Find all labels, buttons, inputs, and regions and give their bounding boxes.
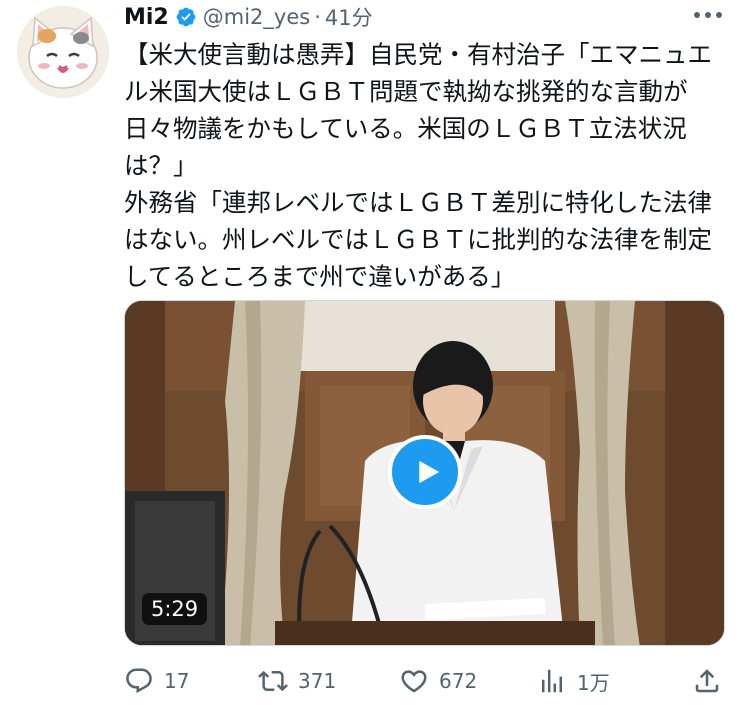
avatar-cat-illustration (17, 6, 109, 98)
play-icon (418, 460, 439, 484)
retweet-button[interactable]: 371 (258, 664, 336, 698)
tweet-actions: 17 371 672 1万 (124, 664, 724, 698)
video-player[interactable]: 5:29 (124, 300, 725, 646)
header-separator: · (314, 5, 321, 29)
avatar[interactable] (17, 6, 109, 98)
share-icon (695, 669, 719, 693)
tweet-paragraph: 【米大使言動は愚弄】自民党・有村治子「エマニュエル米国大使はＬＧＢＴ問題で執拗な… (124, 40, 712, 180)
verified-badge-icon (176, 7, 196, 27)
tweet-paragraph: 外務省「連邦レベルではＬＧＢＴ差別に特化した法律はない。州レベルではＬＧＢＴに批… (124, 188, 712, 291)
more-icon[interactable] (694, 12, 722, 18)
share-button[interactable] (692, 664, 722, 698)
heart-icon (401, 670, 427, 693)
author-handle[interactable]: @mi2_yes (203, 5, 310, 29)
retweet-count: 371 (298, 669, 337, 693)
reply-icon (126, 668, 152, 694)
tweet-header: Mi2 @mi2_yes · 41分 (124, 2, 373, 32)
view-count: 1万 (577, 670, 610, 695)
like-button[interactable]: 672 (399, 664, 477, 698)
tweet-text: 【米大使言動は愚弄】自民党・有村治子「エマニュエル米国大使はＬＧＢＴ問題で執拗な… (124, 36, 736, 295)
reply-count: 17 (164, 669, 190, 693)
views-button[interactable]: 1万 (537, 664, 610, 698)
retweet-icon (258, 670, 288, 692)
play-button[interactable] (388, 435, 462, 509)
views-icon (542, 669, 562, 693)
author-name[interactable]: Mi2 (124, 5, 169, 30)
like-count: 672 (439, 669, 478, 693)
tweet-timestamp[interactable]: 41分 (325, 2, 373, 32)
video-duration: 5:29 (142, 593, 208, 625)
reply-button[interactable]: 17 (124, 664, 189, 698)
